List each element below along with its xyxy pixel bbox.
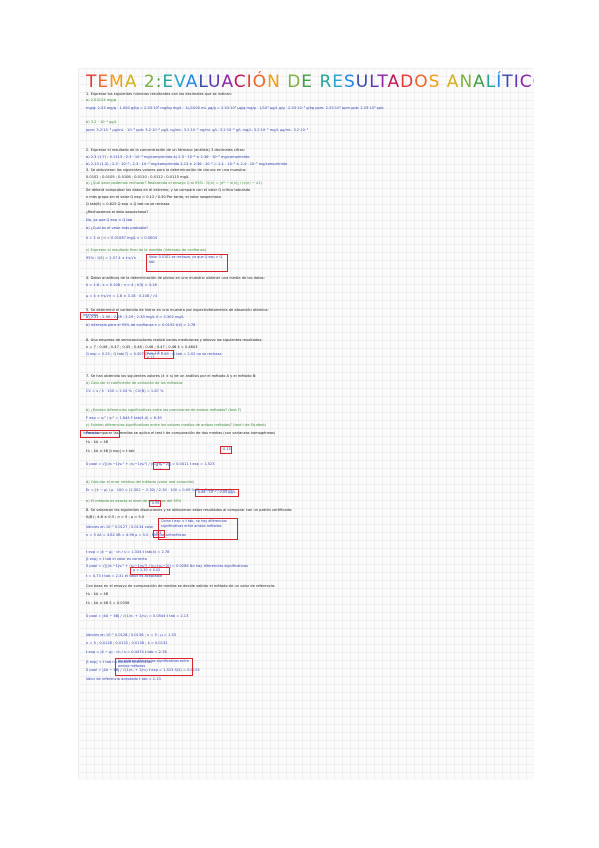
result-box: µ = 1.8 ± 0.17 bbox=[144, 350, 174, 359]
title-letter: E bbox=[97, 72, 110, 92]
title-letter: M bbox=[109, 72, 125, 92]
result-box: No existen diferencias significativas en… bbox=[115, 658, 193, 676]
result-box: 0.1313 bbox=[220, 446, 232, 454]
result-box: µ = 1.8 bbox=[153, 462, 170, 470]
note-line: e) El método es exacto al nivel de confi… bbox=[86, 499, 182, 503]
title-letter: L bbox=[198, 72, 208, 92]
title-letter: E bbox=[301, 72, 314, 92]
note-line: Valor de referencia aceptado t tab = 2.1… bbox=[86, 677, 161, 681]
note-line: ¿Rechazamos el dato sospechoso? bbox=[86, 210, 149, 214]
note-line: H₀ : x̄A = x̄B bbox=[86, 440, 109, 444]
title-letter: O bbox=[533, 72, 534, 92]
note-line: b) Intervalo para el 95% de confianza s … bbox=[86, 323, 196, 327]
result-box: Valor 0.0102 se rechaza, ya que Q exp > … bbox=[146, 254, 228, 272]
note-line: b) ¿Existen diferencias significativas e… bbox=[86, 408, 242, 412]
result-box: 0.64 · 10⁻² ; 0.05 µg/L bbox=[195, 489, 239, 497]
title-letter: E bbox=[162, 72, 175, 92]
title-letter: N bbox=[267, 72, 281, 92]
note-line: 1. Expresar los siguientes números resul… bbox=[86, 92, 233, 96]
note-line: x̄ = Σ xi / n = 0.01087 mg/L s = 0.0004 bbox=[86, 236, 157, 240]
note-line: t exp = |x̄ − µ| · √n / s = 0.4474 t tab… bbox=[86, 650, 167, 654]
result-box: µ = 2.30 ± 0.02 bbox=[130, 567, 170, 575]
title-letter: U bbox=[355, 72, 370, 92]
note-line: x más grupo sin el valor Q exp = 0.12 / … bbox=[86, 195, 221, 199]
note-line: d) Calcular el error relativo del método… bbox=[86, 480, 195, 484]
note-line: 2. Expresar el resultado de la concentra… bbox=[86, 148, 245, 152]
note-line: CV = s / x̄ · 100 = 2.54 % ; CV(B) = 1.8… bbox=[86, 389, 164, 393]
result-box: Como t exp < t tab, no hay diferencias s… bbox=[158, 518, 238, 540]
title-letter: A bbox=[185, 72, 199, 92]
title-letter: C bbox=[233, 72, 247, 92]
title-letter: O bbox=[414, 72, 429, 92]
note-line: b) 3.2 · 10⁻² µg/L bbox=[86, 120, 117, 124]
title-letter: A bbox=[446, 72, 460, 92]
title-letter: S bbox=[428, 72, 441, 92]
note-line: Valores en 10⁻² 0.0127 / 0.0134 valor bbox=[86, 525, 154, 529]
note-line: 8. Se valoraron las siguientes disolucio… bbox=[86, 508, 293, 512]
note-line: S pool = |x̄A − x̄B| / √(1/n₁ + 1/n₂) = … bbox=[86, 614, 189, 618]
title-letter: U bbox=[207, 72, 222, 92]
note-line: 6. Una empresa de semiconductores realiz… bbox=[86, 338, 263, 342]
note-line: 0.0102 ; 0.0105 ; 0.0108 ; 0.0110 ; 0.01… bbox=[86, 175, 190, 179]
note-line: x̄ = 1.8 ; s = 0.108 ; n = 4 ; t(3) = 3.… bbox=[86, 283, 157, 287]
title-letter: D bbox=[400, 72, 415, 92]
note-line: |t exp| < t tab el valor es correcto bbox=[86, 557, 147, 561]
note-line: Valores en 10⁻² 0.0128 / 0.0136 ; n = 5 … bbox=[86, 633, 176, 637]
title-letter: D bbox=[287, 72, 302, 92]
title-letter: T bbox=[502, 72, 514, 92]
note-line: A(B) ; 4.8 ± 0.3 ; n = 5 ; µ = 5.0 bbox=[86, 515, 145, 519]
note-line: mg/g: 2.53 mg/g · 1.000 g/kg = 2.53·10³ … bbox=[86, 106, 384, 110]
title-letter: 2 bbox=[143, 72, 156, 92]
result-box: Intervalo confianza bbox=[80, 312, 118, 320]
note-line: n = 7 : 0.46 ; 0.47 ; 0.45 ; 0.48 ; 0.46… bbox=[86, 345, 198, 349]
title-letter: Ó bbox=[252, 72, 268, 92]
note-line: Q tab(6) = 0.625 Q exp < Q tab no se rec… bbox=[86, 202, 170, 206]
note-line: a) Calcular el coeficiente de variación … bbox=[86, 381, 183, 385]
title-letter: S bbox=[344, 72, 356, 92]
note-line: n = 5 ; 0.0128 ; 0.0132 ; 0.0136 ; x̄ = … bbox=[86, 641, 168, 645]
notes-page: TEMA 2:EVALUACIÓN DE RESULTADOS ANALÍTIC… bbox=[78, 68, 534, 780]
result-box: 0.95 · 10⁻³ bbox=[149, 500, 161, 507]
note-line: F exp = s₁² / s₂² = 1.844 F tab(4,4) = 6… bbox=[86, 416, 162, 420]
title-letter: A bbox=[221, 72, 234, 92]
note-line: c) Expresar el resultado final de la med… bbox=[86, 248, 207, 252]
title-letter: T bbox=[86, 72, 98, 92]
note-line: 95% : t(5) = 2.57 x̄ ± t·s/√n bbox=[86, 256, 137, 260]
page-title: TEMA 2:EVALUACIÓN DE RESULTADOS ANALÍTIC… bbox=[86, 72, 534, 92]
note-line: Con base en el ensayo de comparación de … bbox=[86, 584, 276, 588]
note-line: No, ya que Q exp < Q tab bbox=[86, 218, 133, 222]
note-line: 7. Se han obtenido los siguientes valore… bbox=[86, 374, 257, 378]
title-letter: N bbox=[459, 72, 474, 92]
note-line: b) 2.13 (1.3) ; 2.3 · 10⁻⁴ ; 2.3 · 10⁻⁴ … bbox=[86, 162, 288, 166]
title-letter: C bbox=[519, 72, 533, 92]
title-letter: A bbox=[473, 72, 486, 92]
note-line: Se deberá comprobar los datos en el extr… bbox=[86, 188, 251, 192]
note-line: ppm: 3.2·10⁻⁵ µg/mL · 10⁻³ ppb: 3.2·10⁻²… bbox=[86, 128, 309, 132]
note-line: H₁ : x̄A ≠ x̄B S = 0.0356 bbox=[86, 601, 130, 605]
note-line: H₁ : x̄A ≠ x̄B |t exp| < t tab bbox=[86, 449, 135, 453]
note-line: a) ¿Qué valor podemos rechazar? Realizan… bbox=[86, 181, 262, 185]
title-letter: L bbox=[485, 72, 497, 92]
note-line: H₀ : x̄A = x̄B bbox=[86, 592, 109, 596]
title-letter: T bbox=[377, 72, 388, 92]
note-line: c) Existen diferencias significativas en… bbox=[86, 423, 267, 427]
title-letter: A bbox=[124, 72, 138, 92]
title-letter: R bbox=[319, 72, 333, 92]
title-letter: V bbox=[174, 72, 186, 92]
result-box: Intervalo bbox=[80, 430, 120, 438]
note-line: 3. Se obtuvieron los siguientes valores … bbox=[86, 168, 247, 172]
title-letter: E bbox=[332, 72, 344, 92]
note-line: µ = x̄ ± t·s/√n = 1.8 ± 3.18 · 0.108 / √… bbox=[86, 294, 158, 298]
note-line: a) 2.53124 mg/g bbox=[86, 98, 117, 102]
note-line: b) ¿Cuál es el valor más probable? bbox=[86, 226, 149, 230]
note-line: S pool = √[((n₁−1)s₁² + (n₂−1)s₂²) / (n₁… bbox=[86, 462, 215, 466]
note-line: 4. Datos analíticos de la determinación … bbox=[86, 276, 265, 280]
note-line: a) 2.3 (1.7) ; 0.1113 ; 2.3 · 10⁻⁴ mg/co… bbox=[86, 155, 250, 159]
note-line: t exp = |x̄ − µ| · √n / s = 1.334 t tab(… bbox=[86, 550, 170, 554]
title-letter: A bbox=[387, 72, 401, 92]
